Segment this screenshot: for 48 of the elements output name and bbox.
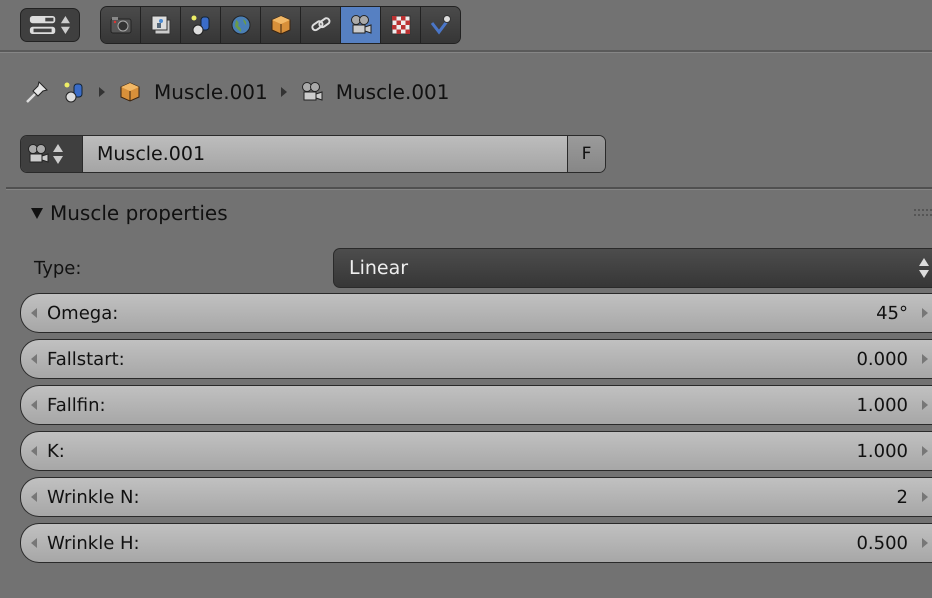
panel-title[interactable]: Muscle properties — [50, 201, 228, 225]
film-camera-icon — [348, 14, 372, 36]
cube-icon — [118, 81, 142, 103]
cube-icon — [268, 14, 292, 36]
properties-tab[interactable] — [181, 7, 221, 43]
properties-tab[interactable] — [381, 7, 421, 43]
breadcrumb-label: Muscle.001 — [154, 80, 268, 104]
decrement-arrow-icon — [31, 354, 37, 364]
increment-arrow-icon — [922, 446, 928, 456]
type-label: Type: — [33, 258, 82, 278]
properties-tab[interactable] — [141, 7, 181, 43]
film-camera-icon — [300, 81, 324, 103]
number-field[interactable]: Fallstart: 0.000 — [20, 339, 932, 379]
breadcrumb-arrow-icon — [98, 87, 106, 97]
checkmark-ball-icon — [428, 14, 452, 36]
increment-arrow-icon — [922, 308, 928, 318]
breadcrumb-arrow-icon — [280, 87, 288, 97]
globe-icon — [228, 14, 252, 36]
drag-grip-icon[interactable] — [914, 209, 932, 217]
number-field[interactable]: K: 1.000 — [20, 431, 932, 471]
up-down-arrows-icon — [918, 257, 930, 279]
properties-tab[interactable] — [301, 7, 341, 43]
checker-icon — [388, 14, 412, 36]
properties-tab[interactable] — [261, 7, 301, 43]
decrement-arrow-icon — [31, 492, 37, 502]
image-stack-icon — [148, 14, 172, 36]
type-dropdown[interactable]: Linear — [333, 248, 932, 288]
properties-tab[interactable] — [341, 7, 381, 43]
pin-icon[interactable] — [24, 79, 50, 105]
context-selector[interactable] — [20, 8, 80, 42]
increment-arrow-icon — [922, 492, 928, 502]
number-field[interactable]: Wrinkle N: 2 — [20, 477, 932, 517]
number-field[interactable]: Fallfin: 1.000 — [20, 385, 932, 425]
decrement-arrow-icon — [31, 400, 37, 410]
decrement-arrow-icon — [31, 538, 37, 548]
up-down-arrows-icon — [60, 14, 71, 36]
decrement-arrow-icon — [31, 308, 37, 318]
number-field[interactable]: Omega: 45° — [20, 293, 932, 333]
decrement-arrow-icon — [31, 446, 37, 456]
toggle-icon — [29, 13, 56, 37]
scene-icon — [188, 14, 212, 36]
breadcrumb-label: Muscle.001 — [336, 80, 450, 104]
camera-icon — [108, 14, 132, 36]
number-field[interactable]: Wrinkle H: 0.500 — [20, 523, 932, 563]
increment-arrow-icon — [922, 354, 928, 364]
increment-arrow-icon — [922, 400, 928, 410]
increment-arrow-icon — [922, 538, 928, 548]
expand-triangle-icon[interactable] — [30, 206, 44, 220]
